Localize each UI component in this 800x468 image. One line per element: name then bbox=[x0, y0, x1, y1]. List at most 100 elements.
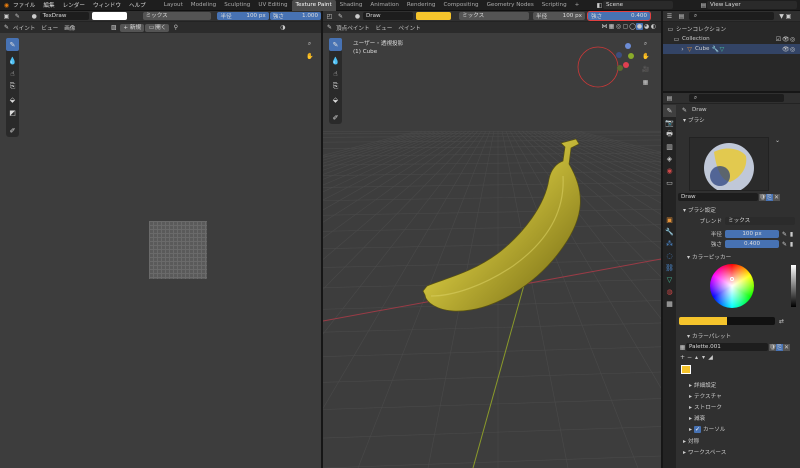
radius-unit-icon[interactable]: ▮ bbox=[788, 231, 795, 238]
swap-colors-icon[interactable]: ⇄ bbox=[778, 318, 785, 325]
unlink-brush-icon[interactable]: ✕ bbox=[773, 193, 780, 201]
secondary-color-swatch[interactable] bbox=[727, 317, 775, 325]
tab-collection-icon[interactable]: ▭ bbox=[663, 177, 676, 189]
tab-scripting[interactable]: Scripting bbox=[538, 0, 571, 11]
radius-field[interactable]: 100 px bbox=[725, 230, 779, 238]
menu-edit[interactable]: 編集 bbox=[43, 1, 54, 9]
move-up-icon[interactable]: ▴ bbox=[693, 354, 700, 361]
tab-data-icon[interactable]: ▽ bbox=[663, 274, 676, 286]
filter-icon[interactable]: ▼ bbox=[778, 13, 785, 20]
new-image-button[interactable]: + 新規 bbox=[120, 23, 145, 32]
strength-slider[interactable]: 強さ 1.000 bbox=[269, 12, 321, 20]
strength-field[interactable]: 0.400 bbox=[725, 240, 779, 248]
render-camera-icon[interactable]: ◎ bbox=[789, 36, 796, 43]
strength-unit-icon[interactable]: ▮ bbox=[788, 241, 795, 248]
tab-world-icon[interactable]: ◉ bbox=[663, 165, 676, 177]
view-layer-selector[interactable]: ▤ View Layer bbox=[700, 1, 797, 9]
tab-modifiers-icon[interactable]: 🔧 bbox=[663, 226, 676, 238]
view-layer-name[interactable]: View Layer bbox=[707, 1, 797, 9]
tab-tool-icon[interactable]: ✎ bbox=[663, 105, 676, 117]
tab-geometry-nodes[interactable]: Geometry Nodes bbox=[483, 0, 538, 11]
soften-tool-icon[interactable]: 💧 bbox=[6, 54, 19, 67]
collection-row[interactable]: ▭ Collection ☑ 👁 ◎ bbox=[663, 34, 800, 44]
advanced-panel-header[interactable]: ▸ 詳細設定 bbox=[683, 380, 800, 390]
display-mode-icon[interactable]: ▤ bbox=[678, 13, 685, 20]
symmetry-panel-header[interactable]: ▸ 対称 bbox=[677, 436, 799, 446]
palette-name-field[interactable]: Palette.001 bbox=[686, 343, 768, 351]
duplicate-palette-icon[interactable]: ⎘ bbox=[776, 343, 783, 351]
brush-settings-header[interactable]: ▾ ブラシ設定 bbox=[677, 205, 799, 215]
properties-editor[interactable]: ▤ ⌕ ✎ 📷 🖶 ▥ ◈ ◉ ▭ ▣ 🔧 ⁂ ◌ ⛓ ▽ ◍ ▦ ✎ Draw… bbox=[663, 93, 800, 468]
texture-panel-header[interactable]: ▸ テクスチャ bbox=[683, 391, 800, 401]
menu-window[interactable]: ウィンドウ bbox=[93, 1, 121, 9]
outliner-type-icon[interactable]: ☰ bbox=[666, 13, 673, 20]
fake-user-icon[interactable]: 🛡 bbox=[759, 193, 767, 201]
value-slider[interactable] bbox=[791, 265, 796, 307]
editor-type-icon[interactable]: ▣ bbox=[3, 13, 10, 20]
sort-icon[interactable]: ◢ bbox=[707, 354, 714, 361]
menu-paint[interactable]: ペイント bbox=[13, 24, 35, 32]
image-canvas[interactable] bbox=[149, 221, 207, 279]
unlink-palette-icon[interactable]: ✕ bbox=[783, 343, 790, 351]
color-wheel-cursor[interactable] bbox=[730, 277, 734, 281]
blender-logo-icon[interactable]: ◉ bbox=[3, 2, 10, 9]
menu-help[interactable]: ヘルプ bbox=[129, 1, 146, 9]
color-picker-header[interactable]: ▾ カラーピッカー bbox=[681, 252, 799, 262]
pan-hand-icon[interactable]: ✋ bbox=[306, 53, 313, 60]
brush-menu-icon[interactable]: ⌄ bbox=[774, 137, 781, 144]
add-workspace-button[interactable]: + bbox=[571, 0, 584, 11]
tab-compositing[interactable]: Compositing bbox=[440, 0, 483, 11]
annotate-tool-icon[interactable]: ✐ bbox=[6, 124, 19, 137]
tab-uv-editing[interactable]: UV Editing bbox=[254, 0, 291, 11]
scene-name[interactable]: Scene bbox=[603, 1, 673, 9]
tab-object-icon[interactable]: ▣ bbox=[663, 214, 676, 226]
draw-tool-icon[interactable]: ✎ bbox=[6, 38, 19, 51]
menu-view[interactable]: ビュー bbox=[41, 24, 58, 32]
clone-tool-icon[interactable]: ⎘ bbox=[6, 80, 19, 93]
fill-tool-icon[interactable]: ⬙ bbox=[6, 93, 19, 106]
menu-image[interactable]: 画像 bbox=[64, 24, 75, 32]
strength-pressure-icon[interactable]: ✎ bbox=[781, 241, 788, 248]
remove-color-icon[interactable]: − bbox=[686, 354, 693, 361]
blend-select[interactable]: ミックス bbox=[725, 217, 795, 225]
blend-mode-select[interactable]: ミックス bbox=[142, 12, 212, 20]
brush-panel-header[interactable]: ▾ ブラシ bbox=[677, 115, 800, 125]
tab-constraints-icon[interactable]: ⛓ bbox=[663, 262, 676, 274]
pin-icon[interactable]: ⚲ bbox=[172, 24, 179, 31]
palette-color-swatch[interactable] bbox=[681, 365, 691, 374]
tab-animation[interactable]: Animation bbox=[366, 0, 403, 11]
color-palette-header[interactable]: ▾ カラーパレット bbox=[681, 331, 799, 341]
cursor-checkbox[interactable]: ✓ bbox=[694, 425, 701, 433]
tab-layout[interactable]: Layout bbox=[160, 0, 187, 11]
scene-collection-row[interactable]: ▭ シーンコレクション bbox=[663, 24, 800, 34]
brush-preview[interactable] bbox=[689, 137, 769, 193]
3d-viewport[interactable]: ◰ ✎ ● Draw ミックス 半径 100 px 強さ 0.400 ✎ 頂点ペ… bbox=[323, 11, 661, 468]
outliner[interactable]: ☰ ▤ ⌕ ▼ ▣ ▭ シーンコレクション ▭ Collection ☑ 👁 ◎… bbox=[663, 11, 800, 91]
paint-mode-icon[interactable]: ✎ bbox=[3, 24, 10, 31]
image-browse-icon[interactable]: ▨ bbox=[110, 24, 117, 31]
tab-rendering[interactable]: Rendering bbox=[403, 0, 440, 11]
menu-file[interactable]: ファイル bbox=[13, 1, 35, 9]
falloff-panel-header[interactable]: ▸ 減衰 bbox=[683, 413, 800, 423]
outliner-search[interactable]: ⌕ bbox=[689, 12, 774, 20]
tab-sculpting[interactable]: Sculpting bbox=[220, 0, 254, 11]
menu-render[interactable]: レンダー bbox=[63, 1, 85, 9]
tab-texture-paint[interactable]: Texture Paint bbox=[291, 0, 336, 11]
brush-color-swatch[interactable] bbox=[91, 12, 127, 20]
open-image-button[interactable]: ▭開く bbox=[145, 23, 170, 32]
tab-render-icon[interactable]: 📷 bbox=[663, 117, 676, 129]
tab-output-icon[interactable]: 🖶 bbox=[663, 129, 676, 141]
tab-material-icon[interactable]: ◍ bbox=[663, 286, 676, 298]
brush-name-field[interactable]: TexDraw bbox=[39, 12, 89, 20]
banana-mesh[interactable] bbox=[323, 11, 661, 468]
exclude-checkbox-icon[interactable]: ☑ bbox=[775, 36, 782, 43]
cube-row[interactable]: › ▽ Cube 🔧 ▽ 👁 ◎ bbox=[663, 44, 800, 54]
render-camera-icon[interactable]: ◎ bbox=[789, 46, 796, 53]
tab-scene-icon[interactable]: ◈ bbox=[663, 153, 676, 165]
visibility-eye-icon[interactable]: 👁 bbox=[782, 36, 790, 43]
radius-pressure-icon[interactable]: ✎ bbox=[781, 231, 788, 238]
tab-physics-icon[interactable]: ◌ bbox=[663, 250, 676, 262]
visibility-eye-icon[interactable]: 👁 bbox=[782, 46, 790, 53]
palette-browse-icon[interactable]: ▦ bbox=[679, 344, 686, 351]
mask-tool-icon[interactable]: ◩ bbox=[6, 106, 19, 119]
